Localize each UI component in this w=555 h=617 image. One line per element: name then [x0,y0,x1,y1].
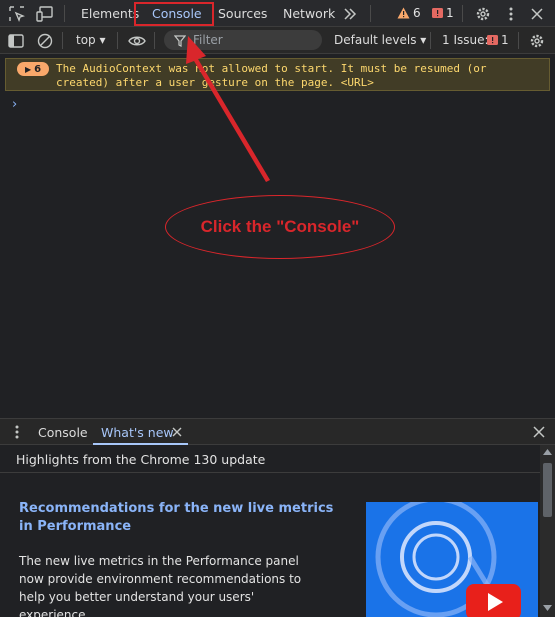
whats-new-content: Recommendations for the new live metrics… [0,474,540,617]
whats-new-header: Highlights from the Chrome 130 update [0,445,540,473]
annotation-text: Click the "Console" [200,217,360,236]
drawer-tab-whats-new[interactable]: What's new [101,425,174,440]
close-drawer-icon[interactable] [529,422,549,442]
scroll-thumb[interactable] [543,463,552,517]
highlights-title: Highlights from the Chrome 130 update [16,452,266,467]
drawer-tab-console[interactable]: Console [38,425,88,440]
annotation-callout: Click the "Console" [165,195,395,259]
scroll-down-icon[interactable] [543,605,552,611]
recommendation-body: The new live metrics in the Performance … [19,554,302,617]
close-tab-icon[interactable] [167,422,187,442]
drawer-tabbar: Console What's new [0,418,555,445]
recommendation-title[interactable]: Recommendations for the new live metrics… [19,500,339,536]
chrome-logo-graphic [375,502,521,617]
drawer-menu-icon[interactable] [7,422,27,442]
video-thumbnail[interactable] [366,502,538,617]
drawer-scrollbar[interactable] [540,445,555,617]
scroll-up-icon[interactable] [543,449,552,455]
